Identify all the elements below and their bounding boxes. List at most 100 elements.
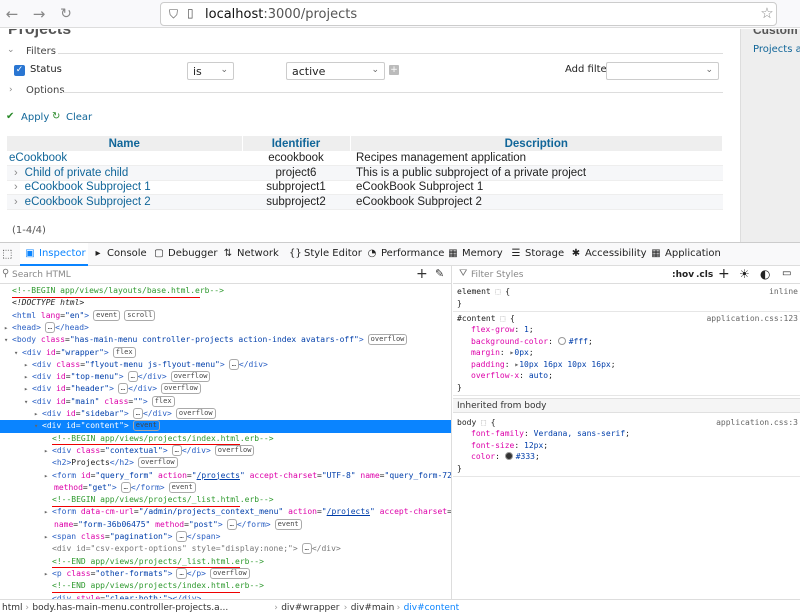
project-link[interactable]: eCookbook — [9, 152, 67, 164]
css-declaration[interactable]: padding: ▸10px 16px 10px 16px; — [471, 360, 616, 369]
node-badge[interactable]: overflow — [161, 383, 201, 395]
status-operator-select[interactable]: is ⌄ — [187, 62, 234, 80]
eyedropper-icon[interactable]: ✎ — [435, 267, 444, 280]
dom-node[interactable]: name="form-36b06475" method="post">… </fo… — [0, 518, 451, 532]
page-info-icon[interactable]: ▯ — [187, 6, 194, 20]
node-badge[interactable]: overflow — [209, 567, 250, 579]
node-badge[interactable]: overflow — [170, 371, 211, 383]
node-badge[interactable]: flex — [112, 346, 136, 358]
css-declaration[interactable]: font-size: 12px; — [471, 441, 548, 450]
expand-toggle-icon[interactable] — [4, 297, 12, 310]
project-link[interactable]: eCookbook Subproject 1 — [25, 181, 151, 193]
dom-node[interactable]: ▸ <head>… </head> — [0, 321, 451, 335]
dom-node[interactable]: <div id="csv-export-options" style="disp… — [0, 543, 451, 556]
expand-toggle-icon[interactable] — [44, 580, 52, 593]
tab-memory[interactable]: ▦ Memory — [447, 248, 502, 259]
expand-toggle-icon[interactable]: ▸ — [44, 506, 52, 519]
dom-node[interactable]: <h2>Projects</h2> overflow — [0, 457, 451, 470]
color-swatch[interactable] — [504, 452, 513, 460]
expand-toggle-icon[interactable] — [44, 543, 52, 556]
css-declaration[interactable]: margin: ▸0px; — [471, 348, 534, 357]
expand-toggle-icon[interactable]: ▾ — [34, 420, 42, 433]
expand-toggle-icon[interactable]: ▸ — [24, 371, 32, 384]
node-badge[interactable]: overflow — [214, 444, 255, 456]
rule-selector[interactable]: body ⬚ { — [457, 418, 496, 427]
css-declaration[interactable]: overflow-x: auto; — [471, 371, 553, 380]
dom-node[interactable]: ▾ <div id="main" class=""> flex — [0, 395, 451, 409]
breadcrumb-item[interactable]: body.has-main-menu.controller-projects.a… — [32, 603, 228, 613]
expand-toggle-icon[interactable]: ▾ — [4, 334, 12, 347]
dom-node[interactable]: ▸ <form data-cm-url="/admin/projects_cont… — [0, 506, 451, 519]
light-mode-icon[interactable]: ☀ — [739, 267, 750, 281]
dom-node[interactable]: ▾ <div id="wrapper"> flex — [0, 346, 451, 360]
expand-toggle-icon[interactable]: ▸ — [44, 445, 52, 458]
dom-node[interactable]: ▸ <div id="top-menu">… </div> overflow — [0, 371, 451, 384]
node-badge[interactable]: event — [93, 309, 121, 321]
css-declaration[interactable]: flex-grow: 1; — [471, 325, 534, 334]
print-media-icon[interactable]: ▭ — [782, 268, 791, 279]
dom-node[interactable]: ▸ <span class="pagination">… </span> — [0, 531, 451, 544]
clear-button[interactable]: Clear — [66, 112, 92, 123]
dom-node[interactable]: <!DOCTYPE html> — [0, 297, 451, 310]
css-declaration[interactable]: font-family: Verdana, sans-serif; — [471, 429, 630, 438]
expand-toggle-icon[interactable]: ▸ — [44, 470, 52, 483]
options-toggle-icon[interactable]: › — [9, 85, 13, 95]
expand-chevron-icon[interactable]: › — [14, 167, 18, 179]
breadcrumb-item[interactable]: div#wrapper — [281, 603, 339, 613]
rule-source-link[interactable]: application.css:3 — [716, 418, 798, 427]
dom-node[interactable]: ▾ <body class="has-main-menu controller-p… — [0, 334, 451, 347]
sidebar-link-custom-query[interactable]: Projects as — [753, 44, 800, 55]
column-header-identifier[interactable]: Identifier — [242, 136, 351, 151]
css-declaration[interactable]: background-color: #fff; — [471, 336, 593, 346]
tab-debugger[interactable]: ▢ Debugger — [153, 248, 217, 259]
tab-style-editor[interactable]: {} Style Editor — [289, 248, 362, 259]
breadcrumb-item[interactable]: div#main — [351, 603, 395, 613]
breadcrumb-item[interactable]: html — [2, 603, 23, 613]
node-badge[interactable]: overflow — [137, 457, 178, 469]
dom-node[interactable]: ▸ <form id="query_form" action="/projects… — [0, 470, 451, 483]
expand-toggle-icon[interactable] — [44, 457, 52, 470]
dark-mode-icon[interactable]: ◐ — [760, 267, 770, 281]
class-toggle-button[interactable]: .cls — [696, 270, 713, 280]
expand-toggle-icon[interactable]: ▸ — [44, 531, 52, 544]
dom-node[interactable]: ▸ <div id="header">… </div> overflow — [0, 383, 451, 396]
expand-toggle-icon[interactable]: ▾ — [24, 396, 32, 409]
status-value-select[interactable]: active ⌄ — [286, 62, 385, 80]
node-badge[interactable]: flex — [151, 395, 175, 407]
dom-node[interactable]: ▸ <div id="sidebar">… </div> overflow — [0, 408, 451, 421]
tab-storage[interactable]: ☰ Storage — [510, 248, 565, 259]
tab-console[interactable]: ▸ Console — [92, 248, 146, 259]
expand-chevron-icon[interactable]: › — [14, 181, 18, 193]
filter-styles-input[interactable]: Filter Styles — [471, 270, 523, 280]
filters-toggle-icon[interactable]: ⌄ — [7, 45, 15, 55]
column-header-description[interactable]: Description — [350, 136, 723, 151]
url-bar[interactable]: ⛉ ▯ localhost:3000/projects — [160, 2, 777, 26]
tab-accessibility[interactable]: ✱ Accessibility — [570, 248, 647, 259]
rule-selector[interactable]: #content ⬚ { — [457, 314, 515, 323]
expand-toggle-icon[interactable]: ▸ — [34, 408, 42, 421]
breadcrumb-item[interactable]: div#content — [404, 603, 460, 613]
toggle-multiselect-icon[interactable]: + — [389, 65, 399, 75]
tab-network[interactable]: ⇅ Network — [222, 248, 279, 259]
expand-toggle-icon[interactable] — [4, 310, 12, 323]
expand-toggle-icon[interactable]: ▸ — [4, 322, 12, 335]
dom-node[interactable]: ▸ <div class="contextual">… </div> overflow — [0, 444, 451, 458]
color-swatch[interactable] — [557, 336, 566, 345]
expand-toggle-icon[interactable]: ▸ — [44, 568, 52, 581]
add-node-icon[interactable]: + — [416, 266, 428, 282]
tab-application[interactable]: ▦ Application — [650, 248, 721, 259]
node-badge[interactable]: overflow — [175, 408, 216, 419]
shield-icon[interactable]: ⛉ — [169, 7, 178, 22]
dom-node-selected[interactable]: ▾ <div id="content"> event — [0, 420, 451, 433]
tab-inspector[interactable]: ▣ Inspector — [20, 243, 88, 266]
apply-button[interactable]: Apply — [21, 112, 49, 123]
dom-node[interactable]: ▸ <div class="flyout-menu js-flyout-menu"… — [0, 358, 451, 372]
bookmark-star-icon[interactable]: ☆ — [758, 4, 776, 22]
project-link[interactable]: eCookbook Subproject 2 — [25, 196, 151, 208]
tab-performance[interactable]: ◔ Performance — [366, 248, 445, 259]
options-legend[interactable]: Options — [26, 85, 65, 96]
column-header-name[interactable]: Name — [7, 136, 243, 151]
filters-legend[interactable]: Filters — [26, 46, 56, 57]
add-rule-icon[interactable]: + — [718, 266, 730, 282]
node-badge[interactable]: event — [168, 481, 196, 493]
